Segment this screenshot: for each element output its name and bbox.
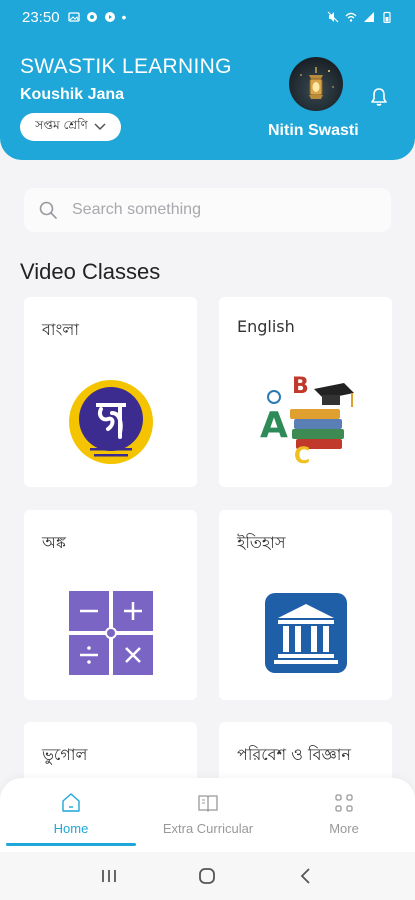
subject-label: ভুগোল — [42, 745, 88, 764]
back-icon[interactable] — [296, 866, 316, 886]
app-header: 23:50 • SWASTIK LEARNING Koushik Jana সপ… — [0, 0, 415, 160]
system-nav-bar — [0, 852, 415, 900]
gallery-icon — [67, 12, 80, 22]
youtube-icon — [104, 12, 115, 22]
subject-card-history[interactable]: ইতিহাস — [219, 510, 392, 700]
bell-icon[interactable] — [368, 86, 390, 108]
home-icon — [62, 792, 80, 812]
book-icon — [198, 794, 218, 812]
profile-name: Nitin Swasti — [268, 122, 359, 139]
nav-extra-curricular[interactable]: Extra Curricular — [139, 778, 277, 848]
signal-icon — [364, 12, 374, 22]
bottom-nav: Home Extra Curricular More — [0, 778, 415, 852]
user-name: Koushik Jana — [20, 86, 125, 103]
nav-extra-curricular-label: Extra Curricular — [162, 820, 254, 836]
museum-icon — [264, 593, 347, 673]
subject-label: অঙ্ক — [42, 533, 66, 552]
chevron-down-icon — [94, 123, 106, 131]
nav-home-label: Home — [53, 820, 89, 836]
home-button-icon[interactable] — [197, 866, 217, 886]
subject-label: ইতিহাস — [237, 533, 286, 552]
nav-home[interactable]: Home — [2, 778, 140, 848]
nav-more-label: More — [329, 820, 359, 836]
status-time: 23:50 — [22, 8, 60, 26]
search-input[interactable] — [72, 201, 352, 219]
brand-title: SWASTIK LEARNING — [20, 55, 232, 78]
subject-card-english[interactable]: English B A C — [219, 297, 392, 487]
subject-label: English — [237, 317, 295, 336]
svg-text:A: A — [260, 405, 288, 446]
class-selector[interactable]: সপ্তম শ্রেণি — [20, 113, 121, 141]
dot-icon: • — [121, 9, 127, 25]
mute-icon — [327, 11, 339, 23]
nav-more[interactable]: More — [275, 778, 413, 848]
subject-label: পরিবেশ ও বিজ্ঞান — [237, 745, 351, 764]
search-icon — [39, 201, 57, 219]
subject-card-bangla[interactable]: বাংলা — [24, 297, 197, 487]
lantern-icon — [300, 67, 334, 99]
abc-books-icon: B A C — [260, 374, 354, 467]
wifi-icon — [345, 12, 357, 22]
subject-card-math[interactable]: অঙ্ক — [24, 510, 197, 700]
globe-icon — [86, 12, 97, 22]
search-bar[interactable] — [24, 188, 391, 232]
class-selector-label: সপ্তম শ্রেণি — [35, 118, 88, 132]
avatar[interactable] — [289, 57, 343, 111]
svg-text:C: C — [294, 444, 310, 467]
subject-label: বাংলা — [42, 320, 79, 339]
recent-apps-icon[interactable] — [99, 867, 119, 885]
active-tab-indicator — [6, 843, 136, 846]
math-operators-icon — [68, 591, 153, 675]
bangla-letter-icon — [68, 380, 153, 464]
battery-icon — [383, 11, 391, 23]
grid-icon — [335, 793, 353, 812]
status-bar: 23:50 • — [0, 0, 415, 34]
section-title: Video Classes — [20, 259, 161, 284]
svg-text:B: B — [292, 374, 309, 399]
